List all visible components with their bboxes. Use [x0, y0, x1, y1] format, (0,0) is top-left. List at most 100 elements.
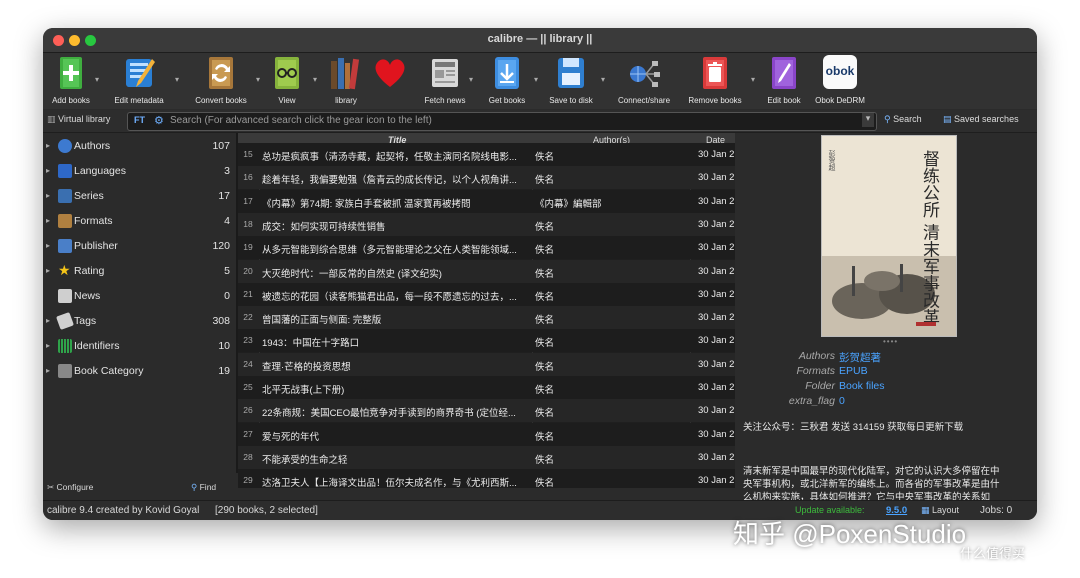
- sidebar-item-languages[interactable]: ▸ Languages 3: [43, 161, 236, 183]
- detail-folder-link[interactable]: Book files: [839, 380, 885, 392]
- virtual-library-label: Virtual library: [58, 114, 111, 124]
- row-number: 25: [243, 382, 253, 392]
- jobs-indicator[interactable]: Jobs: 0: [980, 505, 1012, 516]
- languages-icon: [58, 164, 72, 178]
- sidebar-item-series[interactable]: ▸ Series 17: [43, 186, 236, 208]
- sidebar-item-count: 3: [224, 165, 230, 177]
- table-row[interactable]: 23 1943：中国在十字路口 佚名 30 Jan 2: [238, 329, 735, 353]
- sidebar-item-authors[interactable]: ▸ Authors 107: [43, 136, 236, 158]
- save-dropdown-icon[interactable]: ▾: [601, 75, 605, 84]
- expand-chevron-icon[interactable]: ▸: [46, 266, 50, 275]
- sidebar-item-news[interactable]: News 0: [43, 286, 236, 308]
- remove-books-button[interactable]: Remove books: [688, 55, 742, 107]
- virtual-library-button[interactable]: ▥ Virtual library: [47, 114, 110, 125]
- cover-resize-handle[interactable]: ••••: [883, 337, 898, 346]
- gear-icon[interactable]: ⚙: [154, 114, 164, 127]
- cell-date: 30 Jan 2: [698, 451, 735, 463]
- save-to-disk-button[interactable]: Save to disk: [549, 55, 593, 107]
- cell-author: 佚名: [535, 291, 555, 303]
- obok-icon: obok: [823, 55, 857, 89]
- donate-heart-button[interactable]: [370, 55, 410, 107]
- search-history-dropdown-icon[interactable]: ▾: [862, 113, 874, 127]
- detail-authors-link[interactable]: 彭贺超著: [839, 350, 881, 365]
- table-row[interactable]: 16 趁着年轻，我偏要勉强（詹青云的成长传记，以个人视角讲... 佚名 30 Jan …: [238, 166, 735, 190]
- view-button[interactable]: View: [267, 55, 307, 107]
- detail-extra-value[interactable]: 0: [839, 395, 845, 407]
- fetch-news-dropdown-icon[interactable]: ▾: [469, 75, 473, 84]
- row-number: 28: [243, 451, 253, 462]
- expand-chevron-icon[interactable]: ▸: [46, 216, 50, 225]
- get-books-dropdown-icon[interactable]: ▾: [534, 75, 538, 84]
- sidebar-item-publisher[interactable]: ▸ Publisher 120: [43, 236, 236, 258]
- convert-books-button[interactable]: Convert books: [195, 55, 247, 107]
- expand-chevron-icon[interactable]: ▸: [46, 141, 50, 150]
- table-row[interactable]: 24 查理·芒格的投资思想 佚名 30 Jan 2: [238, 352, 735, 376]
- edit-metadata-button[interactable]: Edit metadata: [114, 55, 164, 107]
- connect-share-button[interactable]: Connect/share: [618, 55, 670, 107]
- sidebar-item-tags[interactable]: ▸ Tags 308: [43, 311, 236, 333]
- table-row[interactable]: 26 22条商规：美国CEO最怕竞争对手读到的商界奇书 (定位经... 佚名 30 J…: [238, 399, 735, 423]
- cell-date: 30 Jan 2: [698, 288, 735, 300]
- table-row[interactable]: 25 北平无战事(上下册) 佚名 30 Jan 2: [238, 376, 735, 399]
- expand-chevron-icon[interactable]: ▸: [46, 366, 50, 375]
- detail-formats-key: Formats: [796, 365, 835, 377]
- row-number: 23: [243, 335, 253, 346]
- cell-date: 30 Jan 2: [698, 265, 735, 277]
- edit-metadata-dropdown-icon[interactable]: ▾: [175, 75, 179, 84]
- cell-author: 佚名: [535, 268, 555, 280]
- sidebar-item-count: 17: [218, 190, 230, 202]
- remove-dropdown-icon[interactable]: ▾: [751, 75, 755, 84]
- title-bar: calibre — || library ||: [43, 28, 1037, 53]
- cover-author: 彭贺超: [828, 150, 835, 171]
- expand-chevron-icon[interactable]: ▸: [46, 316, 50, 325]
- table-row[interactable]: 20 大灭绝时代：一部反常的自然史 (译文纪实) 佚名 30 Jan 2: [238, 259, 735, 283]
- view-glasses-icon: [270, 55, 304, 91]
- detail-formats-link[interactable]: EPUB: [839, 365, 868, 377]
- table-row[interactable]: 18 成交：如何实现可持续性销售 佚名 30 Jan 2: [238, 212, 735, 236]
- table-row[interactable]: 17 《内幕》第74期: 家族白手套被抓 温家寶再被拷問 《内幕》編輯部 30 Jan…: [238, 189, 735, 213]
- sidebar-item-book-category[interactable]: ▸ Book Category 19: [43, 361, 236, 383]
- table-row[interactable]: 29 达洛卫夫人【上海译文出品！伍尔夫成名作，与《尤利西斯... 佚名 30 Jan …: [238, 469, 735, 488]
- table-row[interactable]: 22 曾国藩的正面与侧面: 完整版 佚名 30 Jan 2: [238, 306, 735, 330]
- cell-date: 30 Jan 2: [698, 218, 735, 230]
- table-row[interactable]: 27 爱与死的年代 佚名 30 Jan 2: [238, 422, 735, 446]
- row-number: 16: [243, 172, 253, 183]
- cover-title: 督练公所 清末军事改革: [919, 150, 939, 326]
- expand-chevron-icon[interactable]: ▸: [46, 166, 50, 175]
- sidebar-item-identifiers[interactable]: ▸ Identifiers 10: [43, 336, 236, 358]
- table-row[interactable]: 19 从多元智能到综合思维（多元智能理论之父在人类智能领域... 佚名 30 Jan …: [238, 236, 735, 260]
- obok-dedrm-button[interactable]: obok Obok DeDRM: [815, 55, 865, 107]
- search-input[interactable]: FT ⚙ Search (For advanced search click t…: [127, 112, 877, 131]
- book-cover[interactable]: 督练公所 清末军事改革 彭贺超: [821, 135, 957, 337]
- sidebar-item-rating[interactable]: ▸ ★ Rating 5: [43, 261, 236, 283]
- detail-extra-key: extra_flag: [788, 395, 835, 407]
- search-button[interactable]: ⚲ Search: [884, 114, 922, 125]
- row-number: 18: [243, 218, 253, 229]
- configure-button[interactable]: ✂ Configure: [47, 482, 93, 493]
- saved-searches-button[interactable]: ▤ Saved searches: [943, 114, 1019, 125]
- add-books-dropdown-icon[interactable]: ▾: [95, 75, 99, 84]
- edit-book-button[interactable]: Edit book: [764, 55, 804, 107]
- add-books-button[interactable]: Add books: [51, 55, 91, 107]
- expand-chevron-icon[interactable]: ▸: [46, 341, 50, 350]
- convert-dropdown-icon[interactable]: ▾: [256, 75, 260, 84]
- full-text-search-icon[interactable]: FT: [134, 115, 145, 125]
- convert-icon: [204, 55, 238, 91]
- sidebar-item-label: Identifiers: [74, 340, 120, 352]
- table-row[interactable]: 15 总功是疯疯事（清汤寺藏，起契将，任敬主演同名院线电影... 佚名 30 Jan …: [238, 143, 735, 166]
- cell-date: 30 Jan 2: [698, 312, 735, 324]
- expand-chevron-icon[interactable]: ▸: [46, 191, 50, 200]
- sidebar-item-formats[interactable]: ▸ Formats 4: [43, 211, 236, 233]
- virtual-library-icon: ▥: [47, 114, 56, 124]
- heart-icon: [373, 55, 407, 91]
- library-button[interactable]: library: [326, 55, 366, 107]
- table-row[interactable]: 28 不能承受的生命之轻 佚名 30 Jan 2: [238, 445, 735, 469]
- find-button[interactable]: ⚲ Find: [191, 482, 216, 493]
- view-dropdown-icon[interactable]: ▾: [313, 75, 317, 84]
- cell-title: 趁着年轻，我偏要勉强（詹青云的成长传记，以个人视角讲...: [262, 175, 517, 187]
- get-books-button[interactable]: Get books: [487, 55, 527, 107]
- fetch-news-button[interactable]: Fetch news: [425, 55, 465, 107]
- table-row[interactable]: 21 被遗忘的花园（读客熊猫君出品，每一段不愿遗忘的过去，... 佚名 30 Jan …: [238, 282, 735, 306]
- expand-chevron-icon[interactable]: ▸: [46, 241, 50, 250]
- tags-icon: [56, 312, 74, 330]
